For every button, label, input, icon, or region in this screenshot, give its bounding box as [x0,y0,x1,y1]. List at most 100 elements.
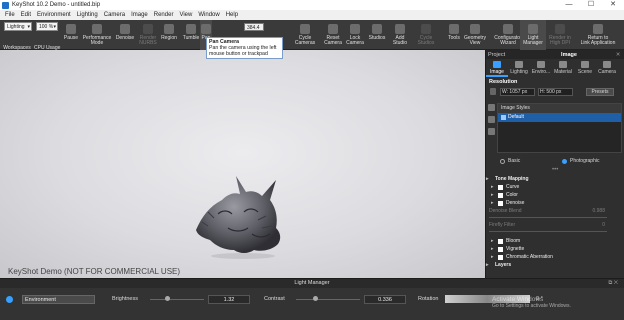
project-label[interactable]: Project [488,52,526,58]
effect-row-curve[interactable]: ▸ Curve [486,183,624,191]
panel-close-icon[interactable]: ✕ [612,52,624,58]
toolbar-high-dpi-button[interactable]: Render in High DPI [546,20,574,50]
more-dots-icon[interactable]: ••• [552,167,558,173]
toolbar-tumble-button[interactable]: Tumble [180,20,202,50]
fps-readout: 384.4 [244,23,264,31]
contrast-slider[interactable] [296,299,360,300]
effect-row-chromatic-aberration[interactable]: ▸ Chromatic Aberration [486,253,624,261]
expand-arrow-icon[interactable]: ▸ [491,245,494,253]
brightness-slider-knob[interactable] [165,296,171,301]
pause-icon [66,24,76,34]
presets-button[interactable]: Presets [586,88,614,96]
toolbar-cpu-button[interactable]: CPU Usage [34,20,60,51]
maximize-button[interactable]: ☐ [580,0,602,10]
nurbs-icon [143,24,153,34]
toolbar-link-app-button[interactable]: Return to Link Application [574,20,622,50]
toolbar-cycle-studios-button[interactable]: Cycle Studios [412,20,440,50]
menu-environment[interactable]: Environment [34,10,74,20]
effect-checkbox[interactable] [498,255,503,260]
firefly-filter-label: Firefly Filter [489,222,516,228]
environment-select[interactable]: Environment [22,295,95,304]
menu-file[interactable]: File [2,10,18,20]
toolbar-nurbs-button[interactable]: Render NURBS [136,20,160,50]
geometry-view-icon [470,24,480,34]
effect-row-vignette[interactable]: ▸ Vignette [486,245,624,253]
duplicate-style-icon[interactable] [488,116,495,123]
tab-enviro[interactable]: Enviro... [530,59,552,77]
brightness-slider[interactable] [150,299,204,300]
toolbar-studios-button[interactable]: Studios [366,20,388,50]
effect-row-bloom[interactable]: ▸ Bloom [486,237,624,245]
toolbar-region-button[interactable]: Region [158,20,180,50]
height-field[interactable]: H: 500 px [538,88,573,96]
basic-radio[interactable] [500,159,505,164]
tab-image-icon [493,61,501,68]
expand-arrow-icon[interactable]: ▸ [491,183,494,191]
expand-arrow-icon: ▸ [486,262,489,268]
toolbar-lock-camera-button[interactable]: Lock Camera [344,20,366,50]
width-field[interactable]: W: 1057 px [500,88,535,96]
tab-lighting[interactable]: Lighting [508,59,530,77]
toolbar-pause-button[interactable]: Pause [62,20,80,50]
minimize-button[interactable]: — [558,0,580,10]
tab-material[interactable]: Material [552,59,574,77]
render-viewport[interactable]: KeyShot Demo (NOT FOR COMMERCIAL USE) [0,50,485,278]
toolbar-geometry-view-button[interactable]: Geometry View [462,20,488,50]
image-styles-list: Image Styles Default [497,103,622,153]
menu-edit[interactable]: Edit [18,10,34,20]
tab-scene[interactable]: Scene [574,59,596,77]
light-manager-controls[interactable]: ⧉ ✕ [608,279,618,288]
delete-style-icon[interactable] [488,128,495,135]
contrast-slider-knob[interactable] [312,296,318,301]
expand-arrow-icon[interactable]: ▸ [491,237,494,245]
tab-image[interactable]: Image [486,59,508,77]
menu-render[interactable]: Render [151,10,177,20]
menu-lighting[interactable]: Lighting [74,10,101,20]
denoise-icon [120,24,130,34]
effect-checkbox[interactable] [498,185,503,190]
toolbar-workspaces-button[interactable]: Workspaces [2,20,32,51]
effect-label: Denoise [506,200,525,206]
effect-checkbox[interactable] [498,193,503,198]
effect-checkbox[interactable] [498,239,503,244]
brightness-value[interactable]: 1.32 [208,295,250,304]
style-item-default[interactable]: Default [498,113,621,122]
resolution-label: Resolution [489,79,518,85]
expand-arrow-icon[interactable]: ▸ [491,253,494,261]
expand-arrow-icon[interactable]: ▸ [491,199,494,207]
add-style-icon[interactable] [488,104,495,111]
effect-checkbox[interactable] [498,247,503,252]
toolbar-cycle-cameras-button[interactable]: Cycle Cameras [290,20,320,50]
firefly-filter-row[interactable]: Firefly Filter 0 [486,221,624,229]
lock-aspect-icon[interactable] [490,88,496,95]
firefly-filter-slider[interactable] [486,229,624,235]
environment-icon[interactable] [6,296,13,303]
menu-image[interactable]: Image [128,10,151,20]
menu-camera[interactable]: Camera [101,10,128,20]
tab-camera[interactable]: Camera [596,59,618,77]
effect-checkbox[interactable] [498,201,503,206]
menu-help[interactable]: Help [223,10,241,20]
layers-header[interactable]: ▸ Layers [486,261,624,269]
toolbar-denoise-button[interactable]: Denoise [114,20,136,50]
tab-camera-icon [603,61,611,68]
menu-window[interactable]: Window [195,10,222,20]
photographic-radio[interactable] [562,159,567,164]
toolbar-performance-button[interactable]: Performance Mode [80,20,114,50]
toolbar-tools-button[interactable]: Tools [444,20,464,50]
dragon-head-model[interactable] [188,170,288,260]
tone-mapping-header[interactable]: ▸ Tone Mapping [486,175,624,183]
menu-view[interactable]: View [176,10,195,20]
image-styles-header: Image Styles [498,104,621,113]
tooltip-body: Pan the camera using the left mouse butt… [209,45,277,57]
denoise-blend-row[interactable]: Denoise Blend 0.988 [486,207,624,215]
effect-row-denoise[interactable]: ▸ Denoise [486,199,624,207]
toolbar-light-manager-button[interactable]: Light Manager [520,20,546,50]
contrast-value[interactable]: 0.336 [364,295,406,304]
expand-arrow-icon[interactable]: ▸ [491,191,494,199]
toolbar-add-studio-button[interactable]: Add Studio [388,20,412,50]
close-button[interactable]: ✕ [602,0,624,10]
effect-row-color[interactable]: ▸ Color [486,191,624,199]
activate-windows-hint: Go to Settings to activate Windows. [492,303,571,309]
toolbar-reset-camera-button[interactable]: Reset Camera [320,20,346,50]
